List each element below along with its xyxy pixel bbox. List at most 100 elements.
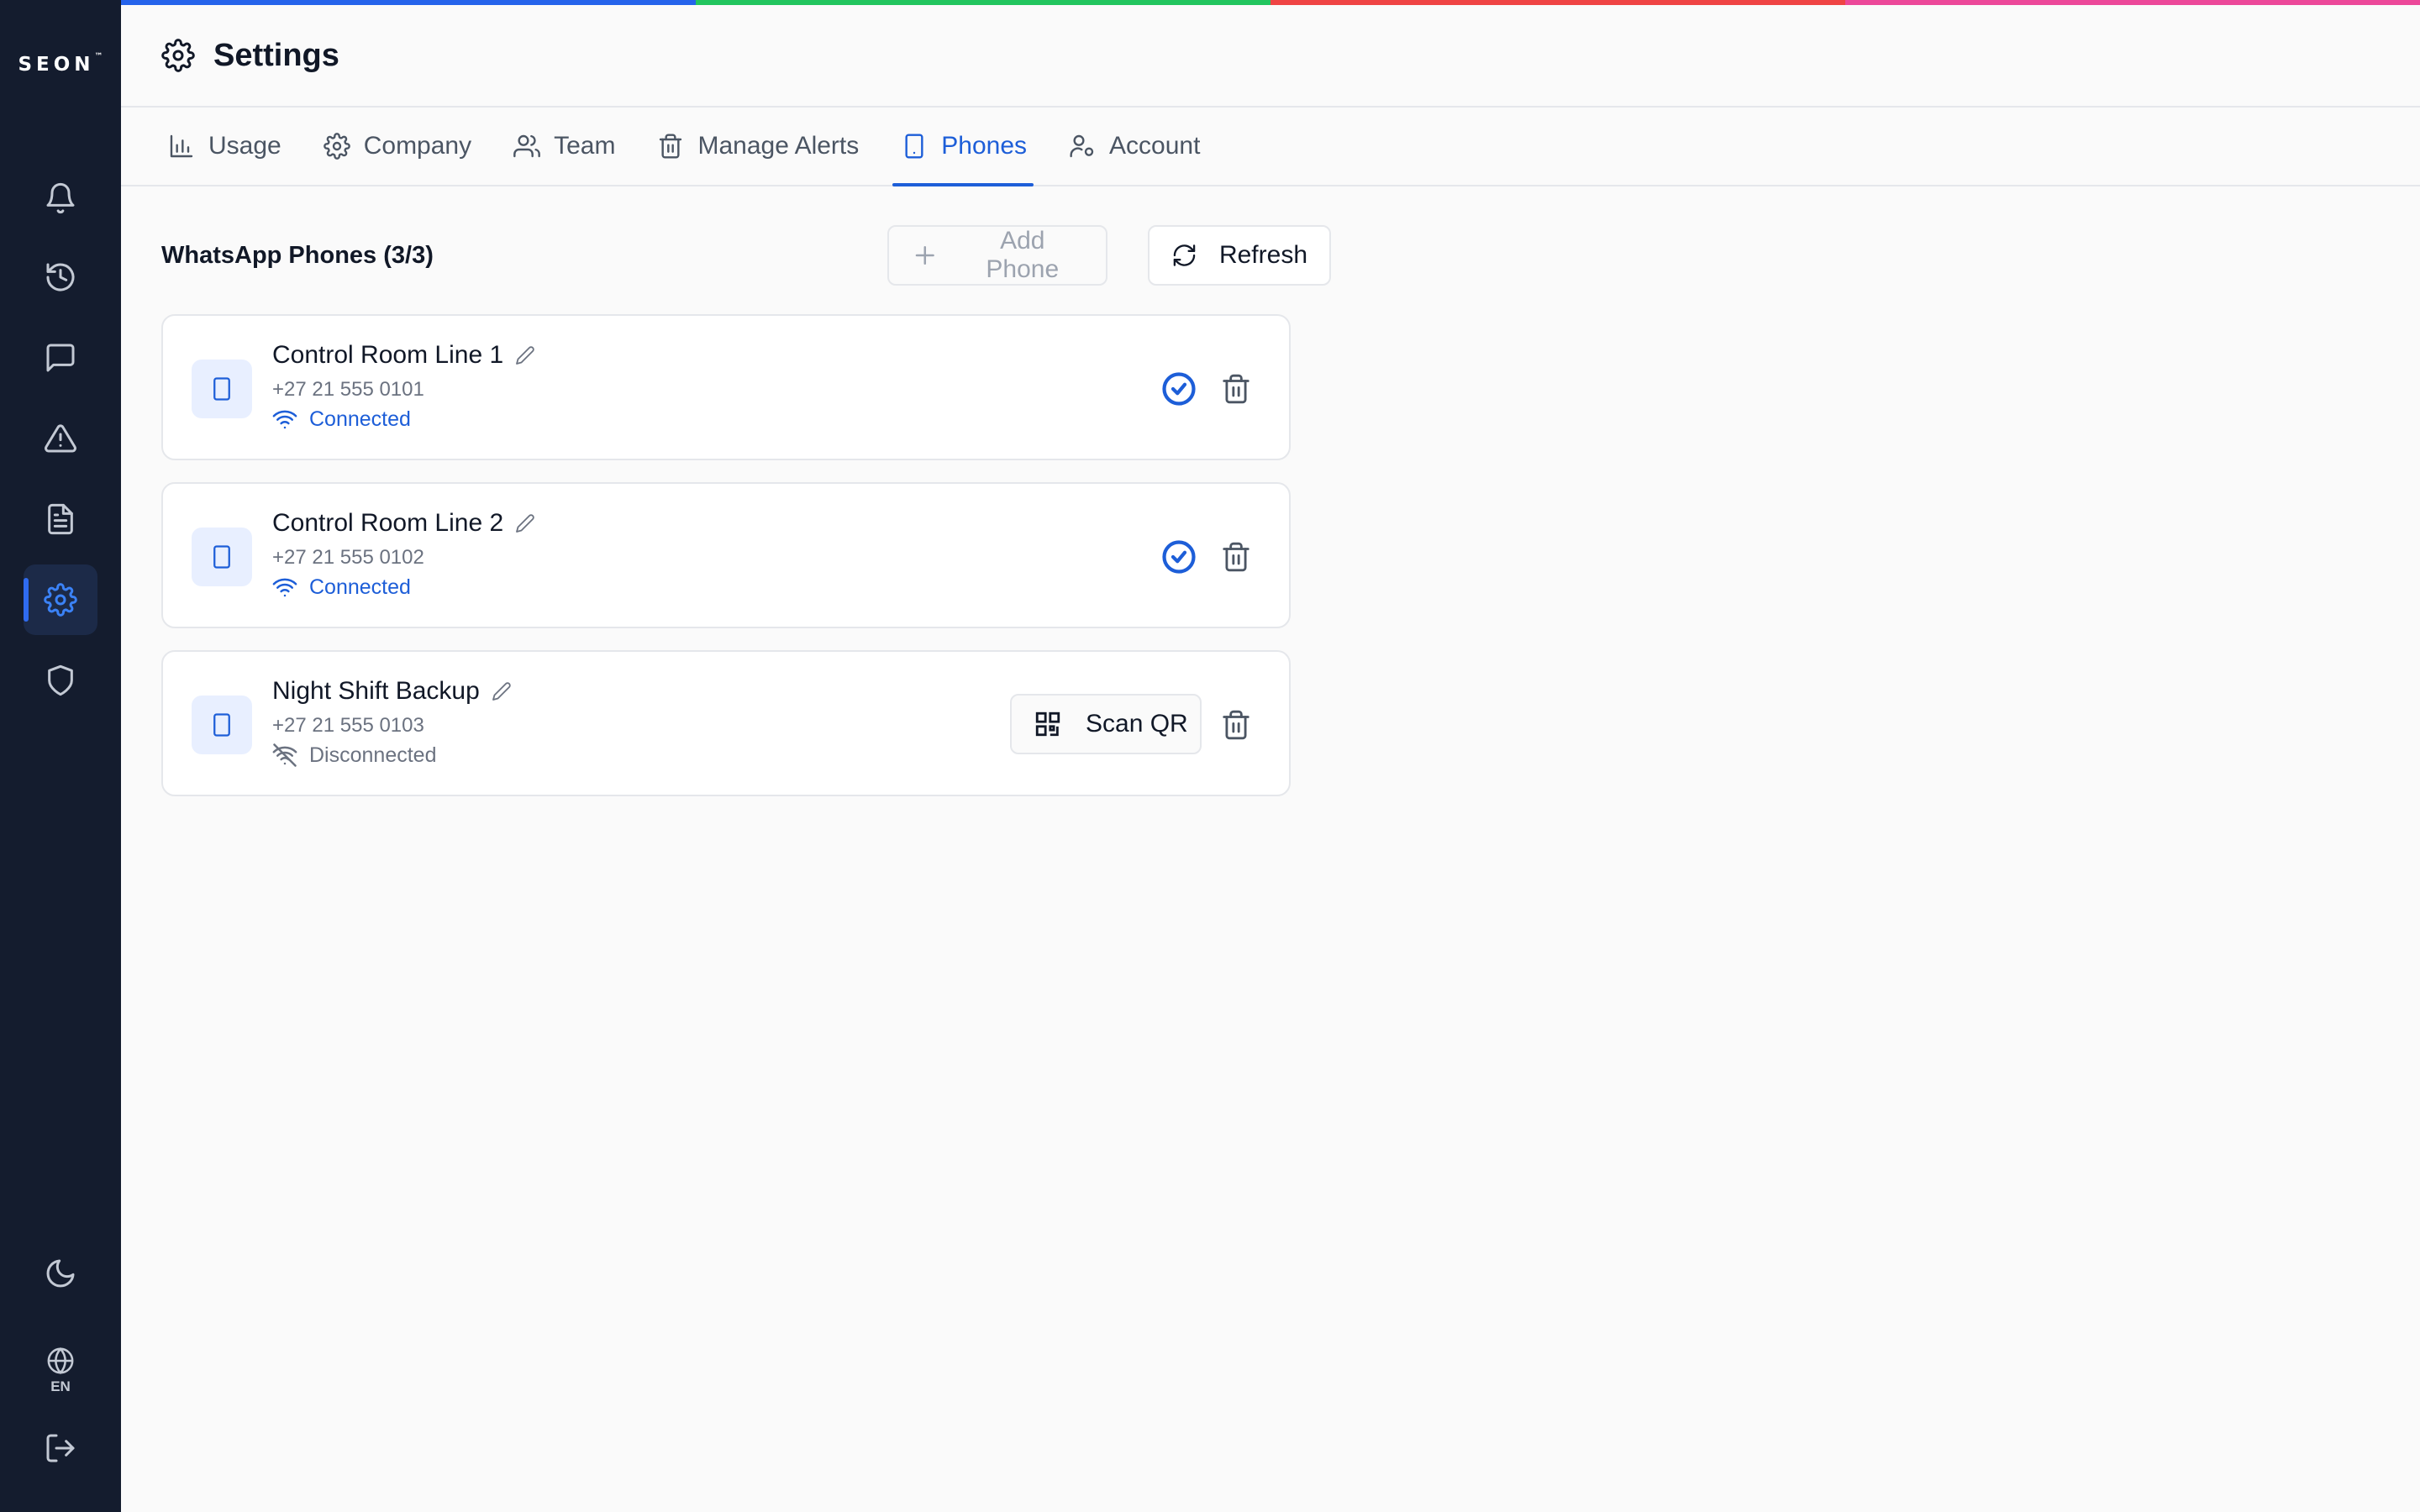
sidebar: SEON™ EN	[0, 0, 121, 1512]
status-text: Connected	[309, 575, 411, 599]
moon-icon	[46, 1259, 75, 1288]
logo-text: SEON	[18, 54, 95, 76]
plus-icon	[915, 245, 934, 265]
delete-phone-button[interactable]	[1220, 709, 1252, 741]
trash-icon	[1223, 374, 1249, 404]
tab-account[interactable]: Account	[1069, 108, 1200, 185]
tab-team[interactable]: Team	[513, 108, 615, 185]
phone-number: +27 21 555 0101	[272, 378, 424, 401]
phone-name-text: Control Room Line 2	[272, 509, 504, 537]
strip-pink	[1845, 0, 2420, 5]
status-text: Disconnected	[309, 743, 437, 767]
tab-label: Phones	[941, 132, 1028, 160]
user-cog-icon	[1070, 134, 1094, 158]
phone-card: Control Room Line 1 +27 21 555 0101 Conn…	[161, 314, 1291, 460]
smartphone-icon	[213, 377, 230, 401]
trash-icon	[1223, 710, 1249, 740]
add-phone-button[interactable]: Add Phone	[887, 225, 1107, 286]
sidebar-item-history[interactable]	[24, 242, 97, 312]
sidebar-item-reports[interactable]	[24, 484, 97, 554]
delete-phone-button[interactable]	[1220, 541, 1252, 573]
phone-number: +27 21 555 0103	[272, 714, 424, 737]
logout-icon	[46, 1434, 75, 1462]
settings-tabs: Usage Company Team Manage Alerts Phones …	[121, 108, 2420, 186]
users-icon	[513, 134, 540, 158]
phone-name: Night Shift Backup	[272, 677, 512, 706]
language-label: EN	[50, 1378, 71, 1394]
tab-label: Usage	[208, 132, 281, 160]
tab-company[interactable]: Company	[323, 108, 472, 185]
main-content: Settings Usage Company Team Manage Alert…	[121, 0, 2420, 1512]
trash-icon	[660, 134, 682, 159]
sidebar-item-settings[interactable]	[24, 564, 97, 635]
refresh-icon	[1173, 244, 1196, 266]
brand-color-strip	[121, 0, 2420, 5]
add-phone-label: Add Phone	[986, 227, 1060, 283]
wifi-icon	[272, 410, 297, 429]
scan-qr-label: Scan QR	[1086, 710, 1188, 738]
sidebar-item-notifications[interactable]	[24, 163, 97, 234]
page-header: Settings	[121, 5, 2420, 108]
tab-phones[interactable]: Phones	[892, 108, 1034, 186]
smartphone-icon	[905, 134, 923, 159]
smartphone-icon	[213, 545, 230, 569]
wifi-off-icon	[272, 743, 297, 767]
bar-chart-icon	[170, 134, 193, 158]
document-icon	[48, 503, 73, 535]
theme-toggle[interactable]	[24, 1238, 97, 1309]
trash-icon	[1223, 542, 1249, 572]
strip-blue	[121, 0, 696, 5]
phone-name-text: Control Room Line 1	[272, 341, 504, 369]
phone-avatar	[192, 528, 252, 586]
page-title: Settings	[213, 37, 339, 73]
status-badge: Connected	[272, 575, 411, 600]
bell-icon	[46, 182, 75, 214]
sidebar-item-security[interactable]	[24, 645, 97, 716]
tab-label: Manage Alerts	[697, 132, 860, 160]
gear-icon	[323, 133, 350, 160]
strip-red	[1270, 0, 1845, 5]
status-badge: Connected	[272, 407, 411, 432]
gear-icon	[44, 583, 77, 617]
phone-avatar	[192, 360, 252, 418]
qr-code-icon	[1035, 711, 1060, 737]
sidebar-item-alerts[interactable]	[24, 403, 97, 474]
sidebar-item-messages[interactable]	[24, 323, 97, 393]
tab-usage[interactable]: Usage	[168, 108, 281, 185]
logout-button[interactable]	[24, 1413, 97, 1483]
wifi-icon	[272, 578, 297, 597]
status-text: Connected	[309, 407, 411, 431]
status-badge: Disconnected	[272, 743, 436, 768]
phone-avatar	[192, 696, 252, 754]
pencil-icon[interactable]	[492, 681, 512, 701]
phone-number: +27 21 555 0102	[272, 546, 424, 569]
phone-name: Control Room Line 1	[272, 341, 535, 370]
pencil-icon[interactable]	[515, 345, 535, 365]
phone-card: Control Room Line 2 +27 21 555 0102 Conn…	[161, 482, 1291, 628]
connected-check-icon	[1161, 371, 1197, 407]
phones-section-header: WhatsApp Phones (3/3) Add Phone Refresh	[161, 225, 1331, 286]
tab-label: Account	[1109, 132, 1201, 160]
globe-icon	[47, 1347, 74, 1375]
phone-name: Control Room Line 2	[272, 509, 535, 538]
strip-green	[696, 0, 1270, 5]
pencil-icon[interactable]	[515, 513, 535, 533]
section-title: WhatsApp Phones (3/3)	[161, 241, 434, 269]
tab-manage-alerts[interactable]: Manage Alerts	[657, 108, 859, 185]
scan-qr-button[interactable]: Scan QR	[1010, 694, 1202, 754]
phone-card: Night Shift Backup +27 21 555 0103 Disco…	[161, 650, 1291, 796]
refresh-button[interactable]: Refresh	[1148, 225, 1331, 286]
shield-icon	[48, 664, 73, 696]
history-icon	[46, 263, 75, 291]
delete-phone-button[interactable]	[1220, 373, 1252, 405]
language-selector[interactable]: EN	[24, 1337, 97, 1404]
app-logo[interactable]: SEON™	[0, 52, 121, 76]
refresh-label: Refresh	[1218, 241, 1307, 269]
tab-label: Company	[363, 132, 472, 160]
tab-label: Team	[554, 132, 616, 160]
gear-icon	[161, 39, 195, 72]
message-icon	[46, 344, 75, 372]
connected-check-icon	[1161, 539, 1197, 575]
phone-name-text: Night Shift Backup	[272, 677, 480, 705]
smartphone-icon	[213, 713, 230, 737]
